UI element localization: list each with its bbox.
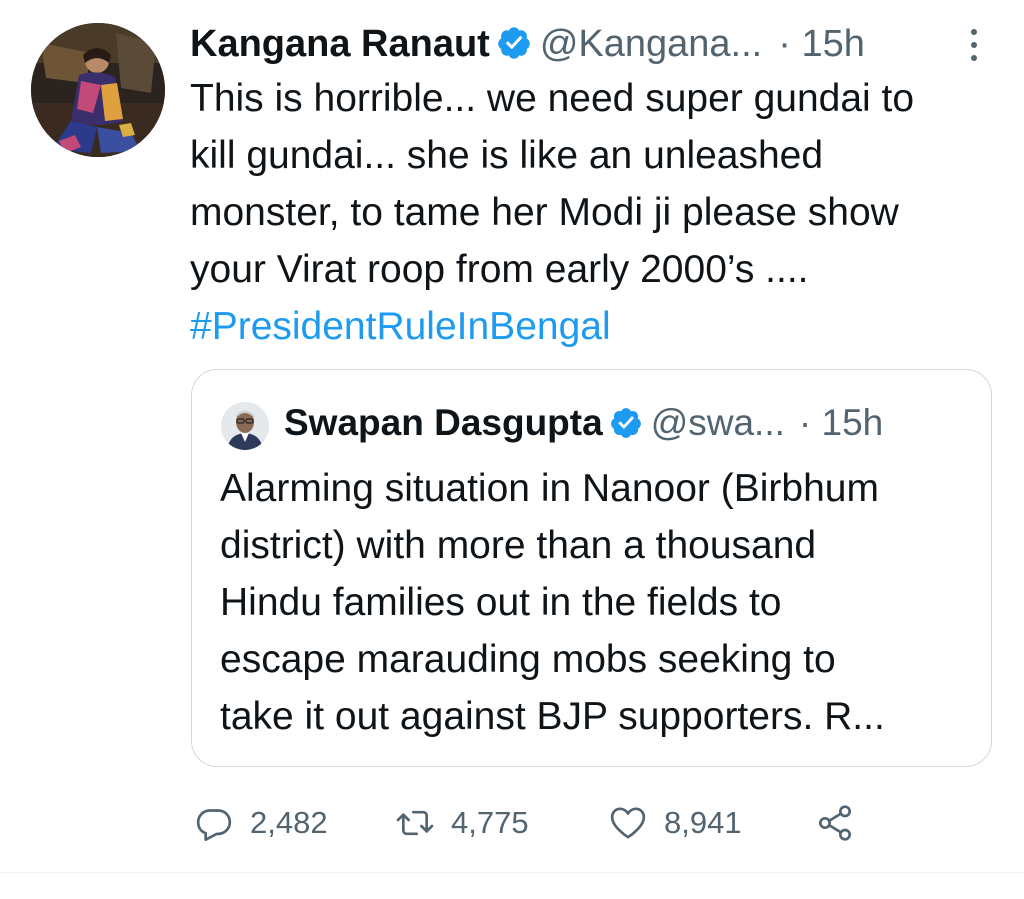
verified-badge-icon bbox=[610, 408, 641, 438]
tweet-header: Kangana Ranaut @Kangana... · 15h bbox=[190, 18, 990, 70]
quoted-tweet-text: Alarming situation in Nanoor (Birbhum di… bbox=[220, 460, 980, 745]
vertical-ellipsis-icon[interactable] bbox=[963, 26, 985, 64]
share-button[interactable] bbox=[815, 795, 855, 850]
heart-icon bbox=[610, 807, 646, 838]
quoted-text-line: Alarming situation in Nanoor (Birbhum bbox=[220, 467, 879, 510]
like-count: 8,941 bbox=[664, 805, 742, 840]
separator-dot: · bbox=[798, 402, 812, 443]
hashtag-link[interactable]: #PresidentRuleInBengal bbox=[190, 298, 1010, 355]
verified-badge-icon bbox=[498, 27, 530, 59]
tweet-text-line: kill gundai... she is like an unleashed bbox=[190, 134, 824, 177]
tweet-text-line: your Virat roop from early 2000’s .... bbox=[190, 248, 809, 291]
quoted-tweet-header: Swapan Dasgupta @swa... · 15h bbox=[284, 398, 883, 448]
quoted-tweet-timestamp[interactable]: 15h bbox=[822, 402, 884, 443]
tweet-text: This is horrible... we need super gundai… bbox=[190, 70, 1010, 355]
quoted-text-line: take it out against BJP supporters. R... bbox=[220, 695, 885, 738]
quoted-author-name[interactable]: Swapan Dasgupta bbox=[284, 402, 603, 443]
like-button[interactable]: 8,941 bbox=[608, 795, 742, 850]
quoted-text-line: escape marauding mobs seeking to bbox=[220, 638, 836, 681]
tweet-actions-bar: 2,482 4,775 8,941 bbox=[0, 795, 1024, 850]
quoted-author-avatar[interactable] bbox=[221, 402, 269, 450]
reply-button[interactable]: 2,482 bbox=[194, 795, 328, 850]
quoted-text-line: district) with more than a thousand bbox=[220, 524, 817, 567]
retweet-count: 4,775 bbox=[451, 805, 529, 840]
retweet-button[interactable]: 4,775 bbox=[395, 795, 529, 850]
tweet-divider bbox=[0, 872, 1024, 873]
author-name[interactable]: Kangana Ranaut bbox=[190, 23, 490, 65]
author-avatar[interactable] bbox=[31, 23, 165, 157]
tweet[interactable]: Kangana Ranaut @Kangana... · 15h This is h… bbox=[0, 0, 1024, 899]
reply-icon bbox=[196, 808, 232, 841]
tweet-text-line: This is horrible... we need super gundai… bbox=[190, 77, 915, 120]
quoted-text-line: Hindu families out in the fields to bbox=[220, 581, 782, 624]
tweet-text-line: monster, to tame her Modi ji please show bbox=[190, 191, 899, 234]
share-icon bbox=[819, 804, 851, 841]
retweet-icon bbox=[396, 810, 434, 835]
reply-count: 2,482 bbox=[250, 805, 328, 840]
author-handle[interactable]: @Kangana... bbox=[540, 23, 762, 65]
quoted-author-handle[interactable]: @swa... bbox=[651, 402, 785, 443]
quoted-tweet-card[interactable]: Swapan Dasgupta @swa... · 15h Alarming sit… bbox=[191, 369, 992, 767]
tweet-timestamp[interactable]: 15h bbox=[801, 23, 864, 65]
separator-dot: · bbox=[778, 23, 791, 65]
